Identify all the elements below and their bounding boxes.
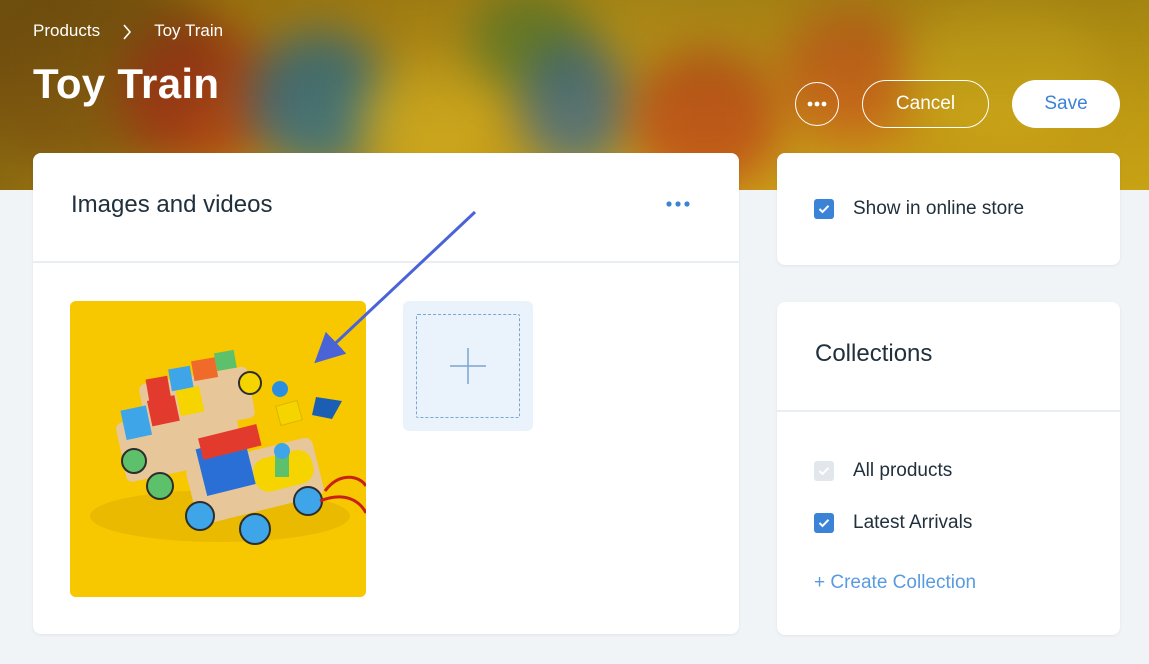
breadcrumb-current: Toy Train <box>154 21 224 40</box>
chevron-right-icon <box>100 21 154 41</box>
create-collection-link[interactable]: + Create Collection <box>814 572 976 594</box>
breadcrumb: Products Toy Train <box>33 20 223 42</box>
media-card-header: Images and videos <box>33 153 739 263</box>
media-card: Images and videos <box>33 153 739 634</box>
collection-label: Latest Arrivals <box>853 512 973 533</box>
breadcrumb-link-products[interactable]: Products <box>33 21 100 41</box>
toy-train-image <box>70 301 366 597</box>
checkmark-icon <box>818 205 830 214</box>
cancel-button[interactable]: Cancel <box>862 80 989 128</box>
collections-header: Collections <box>777 302 1120 412</box>
checkmark-icon <box>818 519 830 528</box>
collections-card: Collections All products Latest Arrivals… <box>777 302 1120 635</box>
collection-label: All products <box>853 460 953 481</box>
store-visibility-card: Show in online store <box>777 153 1120 265</box>
checkmark-icon <box>818 467 830 476</box>
save-button[interactable]: Save <box>1012 80 1120 128</box>
add-media-button[interactable] <box>403 301 533 431</box>
collection-item-latest-arrivals[interactable]: Latest Arrivals <box>814 511 972 535</box>
plus-icon <box>450 348 486 384</box>
more-horizontal-icon[interactable] <box>665 197 691 211</box>
media-card-title: Images and videos <box>71 191 273 218</box>
all-products-checkbox <box>814 461 834 481</box>
product-image-thumbnail[interactable] <box>70 301 366 597</box>
collections-title: Collections <box>815 340 933 367</box>
latest-arrivals-checkbox[interactable] <box>814 513 834 533</box>
show-in-store-row[interactable]: Show in online store <box>814 197 1024 221</box>
add-media-dropzone <box>416 314 520 418</box>
show-in-store-checkbox[interactable] <box>814 199 834 219</box>
more-horizontal-icon <box>807 101 827 107</box>
collection-item-all-products: All products <box>814 459 952 483</box>
page-title: Toy Train <box>33 60 220 107</box>
more-actions-button[interactable] <box>795 82 839 126</box>
show-in-store-label: Show in online store <box>853 198 1025 219</box>
